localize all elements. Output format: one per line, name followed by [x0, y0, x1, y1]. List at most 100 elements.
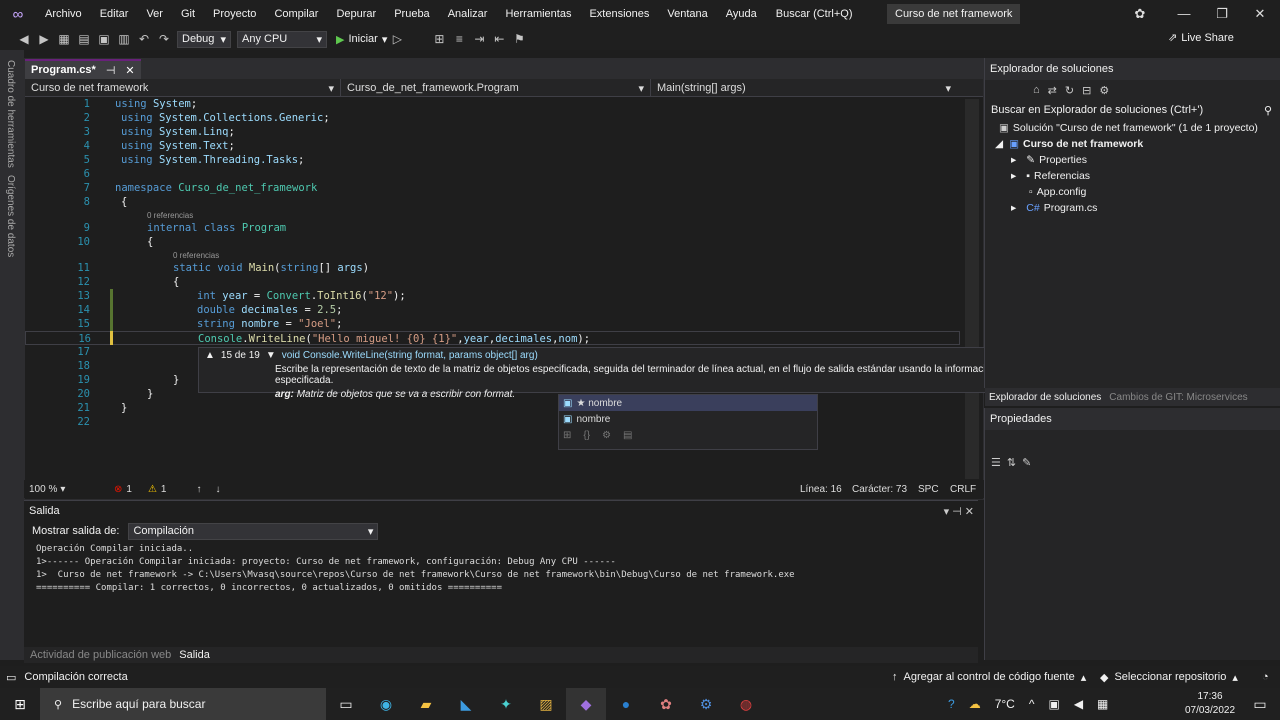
menu-ver[interactable]: Ver	[137, 0, 172, 28]
notification-center-icon[interactable]: ▭	[1240, 688, 1280, 720]
menu-proyecto[interactable]: Proyecto	[204, 0, 265, 28]
indent-icon[interactable]: ⇥	[471, 31, 487, 47]
app-icon[interactable]: ▨	[526, 688, 566, 720]
completion-item-starred[interactable]: ▣ ★ nombre	[559, 395, 817, 411]
up-arrow-icon[interactable]: ↑	[196, 484, 201, 495]
zoom-dropdown[interactable]: 100 % ▾	[24, 484, 74, 495]
clock[interactable]: 17:36 07/03/2022	[1180, 688, 1240, 720]
project-nav-dropdown[interactable]: Curso de net framework ▾	[25, 79, 341, 97]
code-area[interactable]: 1 using System; 2 using System.Collections…	[25, 97, 965, 487]
data-sources-tab[interactable]: Orígenes de datos	[5, 175, 16, 257]
align-icon[interactable]: ≡	[451, 31, 467, 47]
menu-git[interactable]: Git	[172, 0, 204, 28]
visual-studio-icon[interactable]: ◆	[566, 688, 606, 720]
tab-program-cs[interactable]: Program.cs* ⊣ ✕	[25, 59, 141, 79]
home-icon[interactable]: ⌂	[1033, 84, 1040, 96]
solution-search-input[interactable]: Buscar en Explorador de soluciones (Ctrl…	[985, 100, 1280, 120]
menu-depurar[interactable]: Depurar	[327, 0, 385, 28]
save-all-icon[interactable]: ▥	[116, 31, 132, 47]
select-repo-button[interactable]: ◆ Seleccionar repositorio ▴	[1100, 671, 1238, 684]
menu-prueba[interactable]: Prueba	[385, 0, 438, 28]
tree-item-references[interactable]: ▸ ▪ Referencias	[1011, 168, 1090, 184]
app-icon[interactable]: ✿	[646, 688, 686, 720]
settings-icon[interactable]: ⚙	[686, 688, 726, 720]
live-share-button[interactable]: ⇗ Live Share	[1168, 31, 1234, 45]
minimize-button[interactable]: —	[1164, 0, 1204, 28]
alphabetical-icon[interactable]: ⇅	[1007, 456, 1016, 469]
volume-icon[interactable]: ◀	[1074, 697, 1083, 711]
tree-solution-root[interactable]: ▣ Solución "Curso de net framework" (1 de…	[999, 120, 1258, 136]
error-icon[interactable]: ⊗	[114, 484, 122, 495]
configuration-dropdown[interactable]: Debug ▾	[177, 30, 231, 48]
down-arrow-icon[interactable]: ▼	[266, 350, 276, 361]
back-icon[interactable]: ◀	[16, 31, 32, 47]
references-codelens[interactable]: 0 referencias	[173, 251, 219, 260]
tree-item-properties[interactable]: ▸ ✎ Properties	[1011, 152, 1087, 168]
down-arrow-icon[interactable]: ↓	[215, 484, 220, 495]
tab-web-publish-activity[interactable]: Actividad de publicación web	[30, 649, 171, 661]
sync-icon[interactable]: ⇄	[1048, 84, 1057, 97]
tab-solution-explorer[interactable]: Explorador de soluciones	[989, 392, 1101, 403]
source-control-button[interactable]: ↑ Agregar al control de código fuente ▴	[892, 671, 1086, 684]
completion-item[interactable]: ▣ nombre	[559, 411, 817, 427]
windows-start-icon[interactable]: ⊞	[0, 688, 40, 720]
crlf-indicator[interactable]: CRLF	[950, 484, 976, 495]
edge-icon[interactable]: ◉	[366, 688, 406, 720]
task-view-icon[interactable]: ▭	[326, 688, 366, 720]
file-explorer-icon[interactable]: ▰	[406, 688, 446, 720]
filter-icon[interactable]: {}	[583, 430, 590, 441]
spc-indicator[interactable]: SPC	[918, 484, 939, 495]
collapse-icon[interactable]: ⊟	[1082, 84, 1091, 97]
properties-object-dropdown[interactable]	[985, 432, 1280, 450]
menu-archivo[interactable]: Archivo	[36, 0, 91, 28]
network-icon[interactable]: ▣	[1048, 697, 1059, 711]
tree-project[interactable]: ◢ ▣ Curso de net framework	[995, 136, 1143, 152]
outdent-icon[interactable]: ⇤	[491, 31, 507, 47]
panel-controls[interactable]: ▾ ⊣ ✕	[944, 505, 974, 518]
bookmark-icon[interactable]: ⚑	[511, 31, 527, 47]
platform-dropdown[interactable]: Any CPU ▾	[237, 30, 327, 48]
keyboard-icon[interactable]: ▦	[1097, 697, 1108, 711]
warning-icon[interactable]: ⚠	[148, 484, 157, 495]
tree-item-app-config[interactable]: ▫ App.config	[1029, 184, 1086, 200]
editor-vertical-scrollbar[interactable]	[965, 99, 979, 479]
close-tab-icon[interactable]: ✕	[125, 64, 134, 77]
new-project-icon[interactable]: ▦	[56, 31, 72, 47]
class-nav-dropdown[interactable]: Curso_de_net_framework.Program ▾	[341, 79, 651, 97]
references-codelens[interactable]: 0 referencias	[147, 211, 193, 220]
tab-output[interactable]: Salida	[179, 649, 210, 661]
layout-icon[interactable]: ⊞	[431, 31, 447, 47]
filter-icon[interactable]: ⚙	[602, 430, 611, 441]
redo-icon[interactable]: ↷	[156, 31, 172, 47]
tab-git-changes[interactable]: Cambios de GIT: Microservices	[1109, 392, 1247, 403]
tray-chevron-icon[interactable]: ^	[1029, 697, 1035, 711]
menu-compilar[interactable]: Compilar	[265, 0, 327, 28]
up-arrow-icon[interactable]: ▲	[205, 350, 215, 361]
vscode-icon[interactable]: ◣	[446, 688, 486, 720]
toolbox-tab[interactable]: Cuadro de herramientas	[5, 60, 16, 168]
save-icon[interactable]: ▣	[96, 31, 112, 47]
menu-extensiones[interactable]: Extensiones	[580, 0, 658, 28]
menu-ayuda[interactable]: Ayuda	[717, 0, 766, 28]
app-icon[interactable]: ✦	[486, 688, 526, 720]
taskbar-search[interactable]: ⚲ Escribe aquí para buscar	[40, 688, 326, 720]
notifications-icon[interactable]: ◔	[1262, 671, 1269, 683]
start-without-debug-icon[interactable]: ▷	[389, 31, 405, 47]
filter-icon[interactable]: ▤	[623, 430, 632, 441]
help-icon[interactable]: ?	[948, 697, 955, 711]
open-folder-icon[interactable]: ▤	[76, 31, 92, 47]
maximize-button[interactable]: ❐	[1202, 0, 1242, 28]
undo-icon[interactable]: ↶	[136, 31, 152, 47]
settings-icon[interactable]: ⚙	[1099, 84, 1109, 97]
account-icon[interactable]: ✿	[1120, 0, 1160, 28]
menu-herramientas[interactable]: Herramientas	[496, 0, 580, 28]
menu-editar[interactable]: Editar	[91, 0, 138, 28]
categorized-icon[interactable]: ☰	[991, 456, 1001, 469]
property-pages-icon[interactable]: ✎	[1022, 456, 1031, 469]
forward-icon[interactable]: ▶	[36, 31, 52, 47]
menu-ventana[interactable]: Ventana	[658, 0, 716, 28]
output-source-dropdown[interactable]: Compilación ▾	[128, 522, 379, 540]
filter-icon[interactable]: ⊞	[563, 430, 571, 441]
menu-analizar[interactable]: Analizar	[439, 0, 497, 28]
method-nav-dropdown[interactable]: Main(string[] args) ▾	[651, 79, 957, 97]
